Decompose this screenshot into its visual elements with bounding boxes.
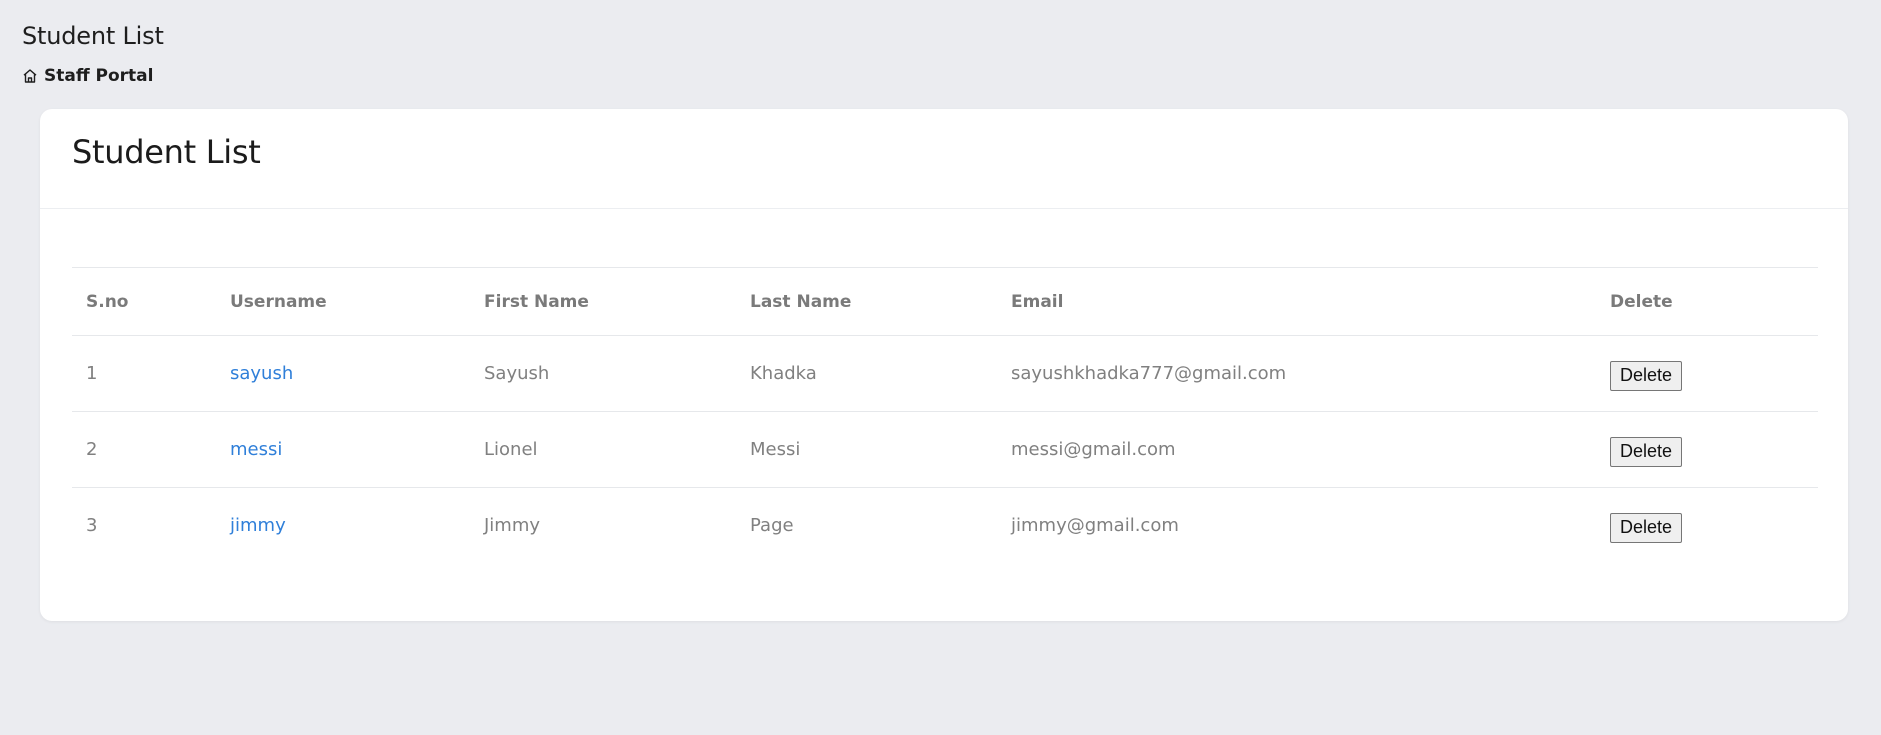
table-row: 1 sayush Sayush Khadka sayushkhadka777@g… xyxy=(72,336,1818,412)
cell-first-name: Lionel xyxy=(484,439,538,460)
cell-last-name: Messi xyxy=(750,439,801,460)
username-link[interactable]: jimmy xyxy=(230,515,286,536)
table-row: 3 jimmy Jimmy Page jimmy@gmail.com Delet… xyxy=(72,488,1818,564)
student-table: S.no Username First Name Last Name Email… xyxy=(72,267,1818,564)
card-title: Student List xyxy=(72,133,261,171)
home-icon xyxy=(22,68,38,84)
cell-email: sayushkhadka777@gmail.com xyxy=(1011,363,1287,384)
header-last-name: Last Name xyxy=(750,291,852,312)
student-table-wrap: S.no Username First Name Last Name Email… xyxy=(72,267,1818,564)
cell-email: jimmy@gmail.com xyxy=(1011,515,1179,537)
table-row: 2 messi Lionel Messi messi@gmail.com Del… xyxy=(72,412,1818,488)
cell-last-name: Khadka xyxy=(750,363,817,384)
breadcrumb[interactable]: Staff Portal xyxy=(22,66,153,86)
username-link[interactable]: messi xyxy=(230,439,282,460)
header-username: Username xyxy=(230,291,327,312)
cell-sno: 2 xyxy=(86,439,98,460)
cell-first-name: Sayush xyxy=(484,363,550,384)
delete-button[interactable]: Delete xyxy=(1610,436,1683,467)
breadcrumb-label[interactable]: Staff Portal xyxy=(44,66,153,86)
header-email: Email xyxy=(1011,291,1064,312)
header-delete: Delete xyxy=(1610,291,1673,312)
cell-sno: 3 xyxy=(86,515,98,537)
cell-last-name: Page xyxy=(750,515,794,537)
card-header: Student List xyxy=(40,109,1848,209)
cell-first-name: Jimmy xyxy=(484,515,541,537)
header-sno: S.no xyxy=(86,291,129,312)
page-title: Student List xyxy=(22,22,164,50)
delete-button[interactable]: Delete xyxy=(1610,512,1683,543)
header-first-name: First Name xyxy=(484,291,589,312)
cell-sno: 1 xyxy=(86,363,98,384)
table-header-row: S.no Username First Name Last Name Email… xyxy=(72,267,1818,336)
username-link[interactable]: sayush xyxy=(230,363,293,384)
delete-button[interactable]: Delete xyxy=(1610,360,1683,391)
cell-email: messi@gmail.com xyxy=(1011,439,1176,460)
student-list-card: Student List S.no Username First Name La… xyxy=(40,109,1848,621)
